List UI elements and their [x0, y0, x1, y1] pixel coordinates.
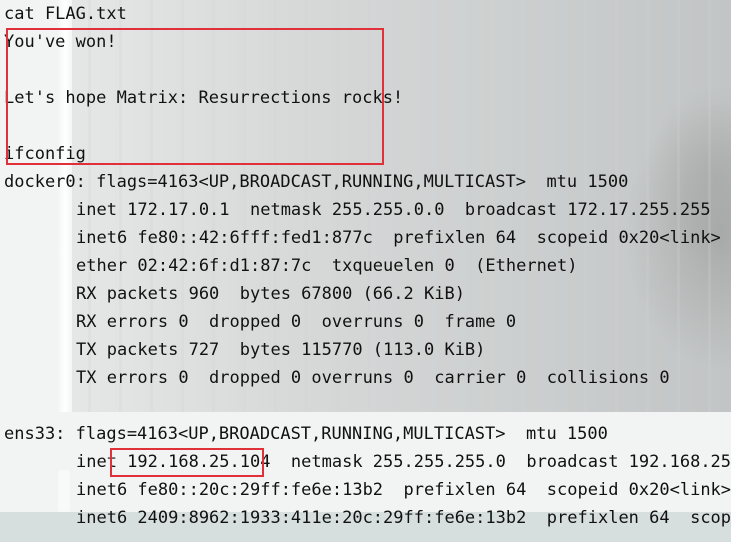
docker0-ether: ether 02:42:6f:d1:87:7c txqueuelen 0 (Et… — [76, 256, 578, 276]
docker0-tx-packets: TX packets 727 bytes 115770 (113.0 KiB) — [76, 340, 486, 360]
docker0-rx-errors: RX errors 0 dropped 0 overruns 0 frame 0 — [76, 312, 517, 332]
docker0-tx-errors: TX errors 0 dropped 0 overruns 0 carrier… — [76, 368, 670, 388]
command-cat: cat FLAG.txt — [4, 4, 127, 24]
terminal-screenshot: cat FLAG.txt You've won! Let's hope Matr… — [0, 0, 731, 542]
docker0-inet6: inet6 fe80::42:6fff:fed1:877c prefixlen … — [76, 228, 721, 248]
flag-highlight-box — [6, 28, 384, 165]
docker0-header: docker0: flags=4163<UP,BROADCAST,RUNNING… — [4, 172, 629, 192]
ip-highlight-box — [110, 448, 264, 477]
ens33-header: ens33: flags=4163<UP,BROADCAST,RUNNING,M… — [4, 424, 608, 444]
ens33-inet6-link: inet6 fe80::20c:29ff:fe6e:13b2 prefixlen… — [76, 480, 731, 500]
docker0-rx-packets: RX packets 960 bytes 67800 (66.2 KiB) — [76, 284, 465, 304]
ens33-inet6-global: inet6 2409:8962:1933:411e:20c:29ff:fe6e:… — [76, 508, 731, 528]
docker0-inet: inet 172.17.0.1 netmask 255.255.0.0 broa… — [76, 200, 711, 220]
